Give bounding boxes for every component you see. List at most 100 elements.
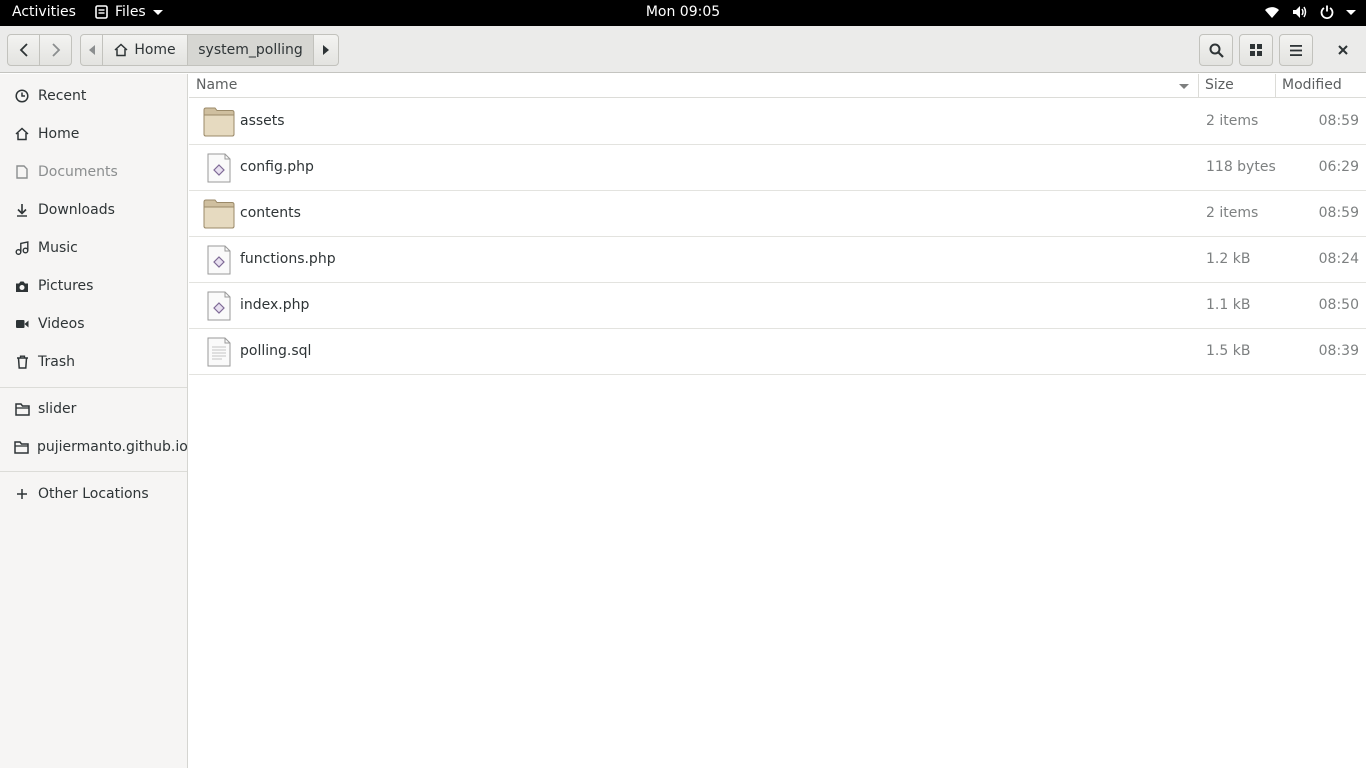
forward-button[interactable]	[39, 34, 72, 66]
file-modified: 08:24	[1318, 251, 1359, 267]
file-size: 2 items	[1206, 113, 1259, 129]
text-file-icon	[207, 337, 231, 367]
sidebar-separator	[0, 471, 187, 472]
plus-icon	[14, 486, 30, 502]
column-header-size[interactable]: Size	[1205, 77, 1234, 93]
sidebar-item-label: Home	[38, 126, 80, 142]
sidebar-item-other-locations[interactable]: Other Locations	[0, 475, 187, 513]
clock-icon	[14, 88, 30, 104]
folder-icon	[203, 199, 235, 229]
file-size: 2 items	[1206, 205, 1259, 221]
file-size: 1.2 kB	[1206, 251, 1251, 267]
breadcrumb-home-label: Home	[134, 42, 176, 58]
trash-icon	[14, 354, 30, 370]
back-button[interactable]	[7, 34, 40, 66]
column-headers: Name Size Modified	[189, 74, 1366, 98]
sidebar-item-documents[interactable]: Documents	[0, 153, 187, 191]
file-name: polling.sql	[240, 343, 312, 359]
header-bar: Home system_polling	[0, 26, 1366, 73]
search-button[interactable]	[1199, 34, 1233, 66]
triangle-right-icon	[323, 45, 329, 55]
sidebar-item-music[interactable]: Music	[0, 229, 187, 267]
view-toggle-button[interactable]	[1239, 34, 1273, 66]
home-icon	[14, 126, 30, 142]
breadcrumb-home[interactable]: Home	[102, 34, 188, 66]
path-scroll-left-button[interactable]	[80, 34, 103, 66]
close-window-button[interactable]	[1330, 34, 1356, 66]
sidebar-item-label: Other Locations	[38, 486, 149, 502]
sidebar-item-home[interactable]: Home	[0, 115, 187, 153]
chevron-left-icon	[19, 43, 28, 57]
document-icon	[14, 164, 30, 180]
sidebar-item-pictures[interactable]: Pictures	[0, 267, 187, 305]
file-name: assets	[240, 113, 285, 129]
sidebar-item-label: Recent	[38, 88, 87, 104]
sidebar-separator	[0, 387, 187, 388]
file-list: Name Size Modified assets 2 items 08:59 …	[189, 74, 1366, 768]
main-menu-button[interactable]	[1279, 34, 1313, 66]
sidebar-item-videos[interactable]: Videos	[0, 305, 187, 343]
home-icon	[114, 43, 128, 57]
php-file-icon	[207, 153, 231, 183]
search-icon	[1209, 43, 1224, 58]
folder-icon	[14, 401, 30, 417]
hamburger-menu-icon	[1290, 44, 1302, 56]
folder-icon	[203, 107, 235, 137]
sidebar-item-label: slider	[38, 401, 77, 417]
file-name: config.php	[240, 159, 314, 175]
php-file-icon	[207, 291, 231, 321]
folder-icon	[14, 439, 29, 455]
chevron-down-icon	[1346, 9, 1356, 15]
power-icon	[1320, 5, 1334, 19]
file-row-functions-php[interactable]: functions.php 1.2 kB 08:24	[189, 237, 1366, 283]
download-icon	[14, 202, 30, 218]
file-row-config-php[interactable]: config.php 118 bytes 06:29	[189, 145, 1366, 191]
camera-icon	[14, 278, 30, 294]
file-modified: 06:29	[1318, 159, 1359, 175]
file-row-contents[interactable]: contents 2 items 08:59	[189, 191, 1366, 237]
path-scroll-right-button[interactable]	[313, 34, 339, 66]
breadcrumb-current[interactable]: system_polling	[187, 34, 314, 66]
sidebar-item-recent[interactable]: Recent	[0, 77, 187, 115]
sort-descending-icon	[1179, 84, 1189, 89]
sidebar-item-pujiermanto-github-io[interactable]: pujiermanto.github.io	[0, 428, 188, 466]
column-header-modified[interactable]: Modified	[1282, 77, 1342, 93]
sidebar-item-label: Videos	[38, 316, 85, 332]
file-modified: 08:59	[1318, 113, 1359, 129]
top-bar: Activities Files Mon 09:05	[0, 0, 1366, 26]
clock[interactable]: Mon 09:05	[0, 4, 1366, 20]
sidebar-item-label: pujiermanto.github.io	[37, 439, 188, 455]
column-divider[interactable]	[1275, 74, 1276, 98]
file-modified: 08:59	[1318, 205, 1359, 221]
video-icon	[14, 316, 30, 332]
system-tray[interactable]	[1264, 5, 1356, 19]
music-icon	[14, 240, 30, 256]
sidebar-item-label: Documents	[38, 164, 118, 180]
file-size: 1.1 kB	[1206, 297, 1251, 313]
file-row-index-php[interactable]: index.php 1.1 kB 08:50	[189, 283, 1366, 329]
file-name: functions.php	[240, 251, 336, 267]
file-name: contents	[240, 205, 301, 221]
wifi-icon	[1265, 7, 1279, 18]
sidebar-item-label: Pictures	[38, 278, 94, 294]
sidebar-item-trash[interactable]: Trash	[0, 343, 187, 381]
file-row-assets[interactable]: assets 2 items 08:59	[189, 99, 1366, 145]
breadcrumb-current-label: system_polling	[198, 42, 303, 58]
sidebar-item-downloads[interactable]: Downloads	[0, 191, 187, 229]
column-header-name[interactable]: Name	[196, 77, 237, 93]
sidebar-item-label: Music	[38, 240, 78, 256]
sidebar-item-label: Downloads	[38, 202, 115, 218]
column-divider[interactable]	[1198, 74, 1199, 98]
file-name: index.php	[240, 297, 310, 313]
file-row-polling-sql[interactable]: polling.sql 1.5 kB 08:39	[189, 329, 1366, 375]
close-icon	[1338, 45, 1348, 55]
php-file-icon	[207, 245, 231, 275]
file-modified: 08:39	[1318, 343, 1359, 359]
sidebar-item-label: Trash	[38, 354, 75, 370]
file-modified: 08:50	[1318, 297, 1359, 313]
triangle-left-icon	[88, 45, 95, 55]
file-size: 1.5 kB	[1206, 343, 1251, 359]
grid-view-icon	[1250, 44, 1262, 56]
sidebar-item-slider[interactable]: slider	[0, 390, 187, 428]
file-size: 118 bytes	[1206, 159, 1276, 175]
